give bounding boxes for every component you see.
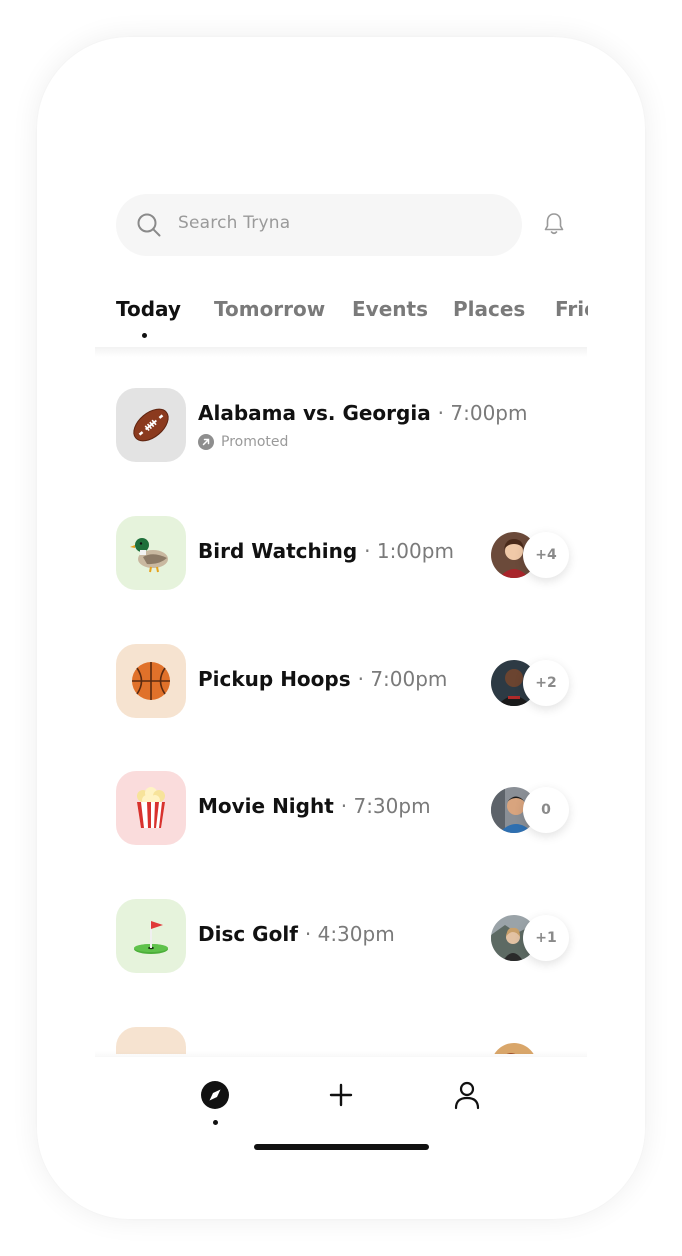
arrow-up-right-icon	[198, 434, 214, 450]
phone-frame: Search Tryna Today Tomorrow Events Place…	[37, 37, 645, 1219]
tab-friends[interactable]: Friends	[555, 297, 588, 321]
bottom-navigation	[37, 1057, 645, 1177]
event-name: Alabama vs. Georgia	[198, 401, 431, 425]
event-name: Disc Golf	[198, 922, 298, 946]
event-thumbnail	[116, 771, 186, 845]
search-placeholder: Search Tryna	[178, 213, 291, 233]
football-icon	[133, 408, 169, 442]
add-icon[interactable]	[325, 1079, 357, 1111]
event-list: Alabama vs. Georgia · 7:00pm Promoted Bi…	[37, 357, 645, 1054]
profile-icon[interactable]	[451, 1079, 483, 1111]
golf-flag-icon	[134, 921, 168, 954]
event-thumbnail	[116, 516, 186, 590]
bell-icon[interactable]	[540, 210, 568, 238]
list-item[interactable]: Alabama vs. Georgia · 7:00pm Promoted	[37, 388, 645, 464]
promoted-badge: Promoted	[198, 434, 288, 450]
attendee-count[interactable]: 0	[523, 787, 569, 833]
explore-icon[interactable]	[199, 1079, 231, 1111]
list-item[interactable]	[37, 1027, 645, 1054]
event-thumbnail	[116, 899, 186, 973]
list-item[interactable]: Pickup Hoops · 7:00pm +2	[37, 644, 645, 720]
event-thumbnail	[116, 644, 186, 718]
event-time: · 7:00pm	[437, 401, 528, 425]
search-icon	[137, 213, 161, 237]
basketball-icon	[132, 662, 170, 700]
event-name: Pickup Hoops	[198, 667, 351, 691]
home-indicator[interactable]	[254, 1144, 429, 1150]
event-name: Bird Watching	[198, 539, 358, 563]
active-nav-indicator	[213, 1120, 218, 1125]
tab-places[interactable]: Places	[453, 297, 525, 321]
event-time: · 7:30pm	[340, 794, 431, 818]
event-time: · 1:00pm	[364, 539, 454, 563]
event-time: · 7:00pm	[357, 667, 448, 691]
attendee-count[interactable]: +1	[523, 915, 569, 961]
tab-events[interactable]: Events	[352, 297, 428, 321]
event-title: Bird Watching · 1:00pm	[198, 539, 454, 563]
event-title: Alabama vs. Georgia · 7:00pm	[198, 401, 527, 425]
event-title: Disc Golf · 4:30pm	[198, 922, 395, 946]
event-time: · 4:30pm	[304, 922, 395, 946]
list-item[interactable]: Disc Golf · 4:30pm +1	[37, 899, 645, 975]
event-title: Movie Night · 7:30pm	[198, 794, 431, 818]
event-name: Movie Night	[198, 794, 334, 818]
category-tabs: Today Tomorrow Events Places Friends	[37, 293, 588, 343]
attendee-count[interactable]: +4	[523, 532, 569, 578]
event-title: Pickup Hoops · 7:00pm	[198, 667, 447, 691]
event-thumbnail	[116, 388, 186, 462]
tabs-divider	[95, 347, 587, 357]
active-tab-indicator	[142, 333, 147, 338]
search-bar[interactable]: Search Tryna	[116, 194, 522, 256]
event-thumbnail	[116, 1027, 186, 1054]
promoted-label: Promoted	[221, 434, 289, 450]
popcorn-icon	[137, 787, 165, 828]
duck-icon	[130, 538, 168, 573]
attendee-count[interactable]: +2	[523, 660, 569, 706]
list-item[interactable]: Movie Night · 7:30pm 0	[37, 771, 645, 847]
tab-today[interactable]: Today	[116, 297, 181, 321]
list-item[interactable]: Bird Watching · 1:00pm +4	[37, 516, 645, 592]
tab-tomorrow[interactable]: Tomorrow	[214, 297, 325, 321]
